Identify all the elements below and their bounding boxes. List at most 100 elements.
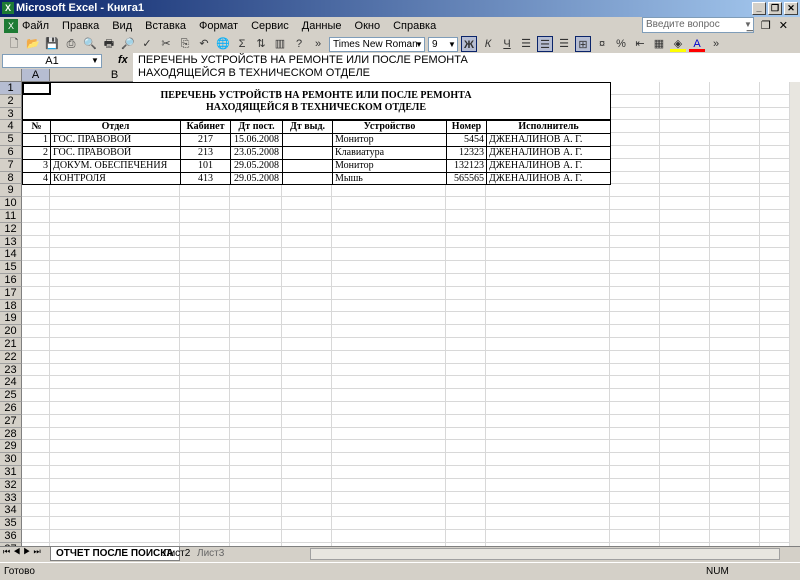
- chevron-down-icon[interactable]: ▼: [89, 55, 101, 67]
- row-header[interactable]: 13: [0, 235, 22, 249]
- open-icon[interactable]: 📂: [25, 36, 41, 52]
- table-header-cell[interactable]: Устройство: [332, 120, 447, 135]
- row-header[interactable]: 17: [0, 286, 22, 300]
- row-header[interactable]: 25: [0, 389, 22, 402]
- row-header[interactable]: 24: [0, 376, 22, 390]
- row-header[interactable]: 7: [0, 158, 22, 172]
- row-header[interactable]: 19: [0, 312, 22, 326]
- row-header[interactable]: 6: [0, 146, 22, 159]
- table-cell[interactable]: Клавиатура: [332, 146, 447, 160]
- menu-item[interactable]: Вставка: [145, 20, 186, 32]
- restore-button[interactable]: ❐: [768, 2, 782, 15]
- table-cell[interactable]: 29.05.2008: [230, 158, 283, 173]
- align-right-icon[interactable]: ☰: [556, 36, 572, 52]
- row-header[interactable]: 2: [0, 94, 22, 108]
- table-cell[interactable]: [282, 146, 333, 160]
- spelling-icon[interactable]: ✓: [139, 36, 155, 52]
- row-header[interactable]: 8: [0, 171, 22, 185]
- table-cell[interactable]: 5454: [446, 133, 487, 147]
- help-icon[interactable]: ?: [291, 36, 307, 52]
- worksheet-grid[interactable]: A B 1 2 3 4 5 6 7 8 9 10 11 12 13 14 15 16 17 18 19 20 21 22 23 2…: [0, 69, 790, 546]
- row-header[interactable]: 22: [0, 350, 22, 364]
- currency-icon[interactable]: ¤: [594, 36, 610, 52]
- tab-list3[interactable]: Лист3: [192, 547, 229, 561]
- row-header[interactable]: 12: [0, 222, 22, 236]
- table-header-cell[interactable]: Дт пост.: [230, 120, 283, 135]
- table-header-cell[interactable]: Исполнитель: [486, 120, 611, 135]
- chevron-down-icon[interactable]: ▼: [447, 38, 457, 51]
- menu-item[interactable]: Окно: [355, 20, 381, 32]
- row-header[interactable]: 32: [0, 478, 22, 492]
- font-color-icon[interactable]: A: [689, 36, 705, 52]
- row-header[interactable]: 15: [0, 261, 22, 274]
- table-cell[interactable]: 2: [22, 146, 51, 160]
- table-cell[interactable]: 29.05.2008: [230, 171, 283, 186]
- row-header[interactable]: 21: [0, 338, 22, 351]
- row-header[interactable]: 28: [0, 427, 22, 441]
- percent-icon[interactable]: %: [613, 36, 629, 52]
- tab-nav-arrows[interactable]: ⏮◀▶⏭: [3, 547, 44, 557]
- hyperlink-icon[interactable]: 🌐: [215, 36, 231, 52]
- table-cell[interactable]: 101: [180, 158, 231, 173]
- row-header[interactable]: 30: [0, 453, 22, 466]
- row-header[interactable]: 9: [0, 184, 22, 198]
- table-cell[interactable]: 23.05.2008: [230, 146, 283, 160]
- table-cell[interactable]: Монитор: [332, 158, 447, 173]
- row-header[interactable]: 11: [0, 210, 22, 223]
- table-cell[interactable]: ДОКУМ. ОБЕСПЕЧЕНИЯ: [50, 158, 181, 173]
- row-header[interactable]: 18: [0, 299, 22, 313]
- table-cell[interactable]: 12323: [446, 146, 487, 160]
- table-header-cell[interactable]: Номер: [446, 120, 487, 135]
- row-header[interactable]: 35: [0, 517, 22, 530]
- table-cell[interactable]: 3: [22, 158, 51, 173]
- fill-color-icon[interactable]: ◈: [670, 36, 686, 52]
- align-left-icon[interactable]: ☰: [518, 36, 534, 52]
- table-cell[interactable]: 413: [180, 171, 231, 186]
- table-cell[interactable]: 565565: [446, 171, 487, 186]
- bold-button[interactable]: Ж: [461, 36, 477, 52]
- row-header[interactable]: 20: [0, 325, 22, 338]
- table-cell[interactable]: [282, 158, 333, 173]
- select-all-corner[interactable]: [0, 69, 22, 82]
- autosum-icon[interactable]: Σ: [234, 36, 250, 52]
- row-header[interactable]: 31: [0, 466, 22, 479]
- row-header[interactable]: 4: [0, 120, 22, 134]
- table-cell[interactable]: Мышь: [332, 171, 447, 186]
- table-header-cell[interactable]: №: [22, 120, 51, 135]
- cut-icon[interactable]: ✂: [158, 36, 174, 52]
- table-cell[interactable]: [282, 133, 333, 147]
- table-header-cell[interactable]: Дт выд.: [282, 120, 333, 135]
- menu-item[interactable]: Сервис: [251, 20, 289, 32]
- row-header[interactable]: 16: [0, 274, 22, 287]
- menu-item[interactable]: Вид: [112, 20, 132, 32]
- row-header[interactable]: 27: [0, 414, 22, 428]
- new-icon[interactable]: 🗋: [6, 36, 22, 52]
- active-cell-a1[interactable]: [22, 82, 51, 95]
- table-header-cell[interactable]: Кабинет: [180, 120, 231, 135]
- row-header[interactable]: 33: [0, 491, 22, 505]
- menu-item[interactable]: Файл: [22, 20, 49, 32]
- minimize-button[interactable]: _: [752, 2, 766, 15]
- row-header[interactable]: 36: [0, 530, 22, 543]
- table-cell[interactable]: 15.06.2008: [230, 133, 283, 147]
- chevron-down-icon[interactable]: ▼: [414, 38, 424, 51]
- copy-icon[interactable]: ⎘: [177, 36, 193, 52]
- print-preview-icon[interactable]: 🔎: [120, 36, 136, 52]
- table-cell[interactable]: 132123: [446, 158, 487, 173]
- menu-item[interactable]: Правка: [62, 20, 99, 32]
- table-cell[interactable]: 4: [22, 171, 51, 186]
- font-select[interactable]: Times New Roman ▼: [329, 36, 425, 52]
- table-cell[interactable]: [282, 171, 333, 186]
- table-cell[interactable]: 217: [180, 133, 231, 147]
- menu-item[interactable]: Формат: [199, 20, 238, 32]
- merge-center-icon[interactable]: ⊞: [575, 36, 591, 52]
- underline-button[interactable]: Ч: [499, 36, 515, 52]
- table-cell[interactable]: КОНТРОЛЯ: [50, 171, 181, 186]
- row-header[interactable]: 3: [0, 107, 22, 121]
- table-cell[interactable]: ДЖЕНАЛИНОВ А. Г.: [486, 158, 611, 173]
- table-cell[interactable]: ГОС. ПРАВОВОЙ: [50, 146, 181, 160]
- help-search-input[interactable]: Введите вопрос ▼: [642, 17, 754, 33]
- table-cell[interactable]: ДЖЕНАЛИНОВ А. Г.: [486, 133, 611, 147]
- save-icon[interactable]: 💾: [44, 36, 60, 52]
- table-cell[interactable]: 213: [180, 146, 231, 160]
